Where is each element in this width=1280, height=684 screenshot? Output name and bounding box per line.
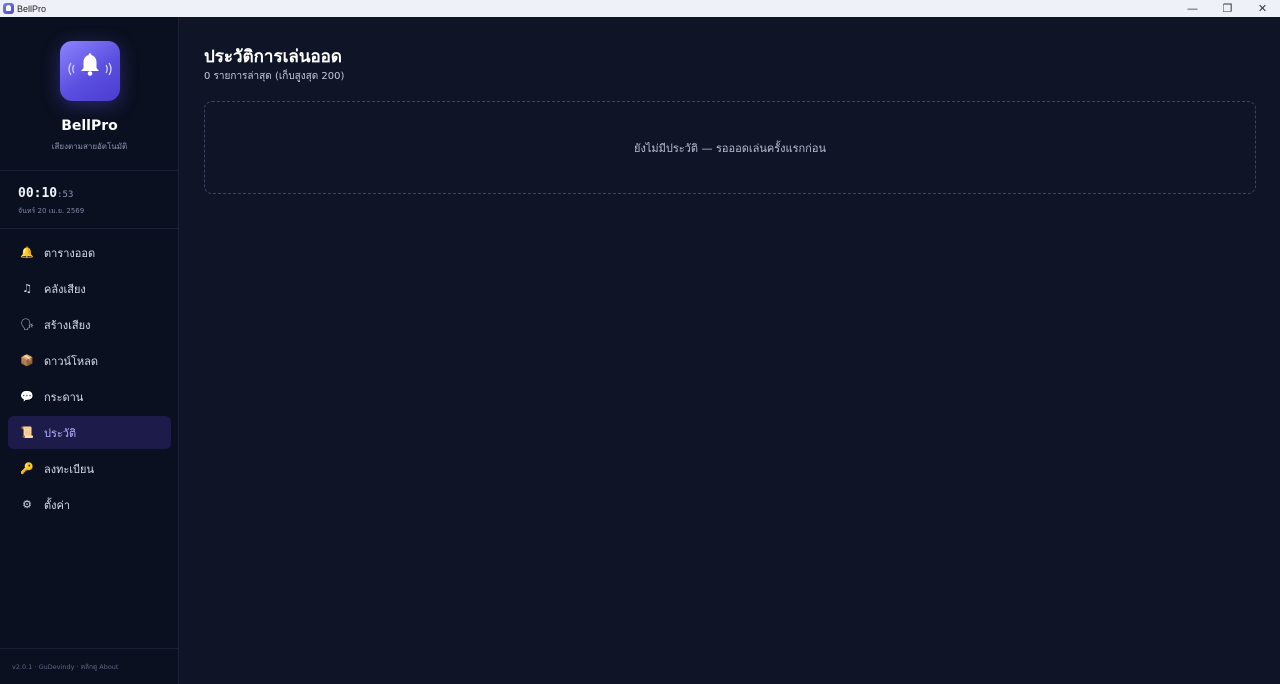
sidebar-item-2[interactable]: ♫ คลังเสียง	[8, 272, 171, 305]
sound-waves-icon	[68, 62, 112, 76]
version-info[interactable]: v2.0.1 · GuDevindy · คลิกดู About	[12, 662, 118, 672]
sidebar-item-4[interactable]: 📦 ดาวน์โหลด	[8, 344, 171, 377]
restore-button[interactable]: ❐	[1210, 0, 1245, 17]
key-icon: 🔑	[20, 462, 34, 475]
sidebar-item-8[interactable]: ⚙ ตั้งค่า	[8, 488, 171, 521]
speaking-head-icon: 🗣	[20, 318, 34, 331]
page-subtitle: 0 รายการล่าสุด (เก็บสูงสุด 200)	[204, 71, 345, 82]
brand-name: BellPro	[61, 118, 118, 134]
gear-icon: ⚙	[22, 498, 32, 511]
clock: 00:10:53	[18, 186, 73, 201]
bell-icon: 🔔	[20, 246, 34, 259]
music-note-icon: ♫	[22, 282, 32, 295]
divider	[0, 228, 179, 229]
main-content: ประวัติการเล่นออด 0 รายการล่าสุด (เก็บสู…	[180, 17, 1280, 684]
window-titlebar: BellPro — ❐ ✕	[0, 0, 1280, 17]
sidebar: BellPro เสียงตามสายอัตโนมัติ 00:10:53 จั…	[0, 17, 179, 684]
empty-state-message: ยังไม่มีประวัติ — รอออดเล่นครั้งแรกก่อน	[634, 141, 826, 155]
sidebar-item-5[interactable]: 💬 กระดาน	[8, 380, 171, 413]
sidebar-item-label: กระดาน	[44, 390, 84, 404]
app-logo	[60, 41, 120, 101]
sidebar-item-label: ตั้งค่า	[44, 498, 71, 512]
sidebar-item-label: ประวัติ	[44, 426, 77, 440]
sidebar-nav: 🔔 ตารางออด ♫ คลังเสียง 🗣 สร้างเสียง 📦 ดาวน์โหลด…	[8, 236, 171, 524]
app-icon	[3, 3, 14, 14]
sidebar-item-label: ลงทะเบียน	[44, 462, 94, 476]
package-icon: 📦	[20, 354, 34, 367]
clock-seconds: :53	[57, 190, 74, 200]
sidebar-item-3[interactable]: 🗣 สร้างเสียง	[8, 308, 171, 341]
speech-bubble-icon: 💬	[20, 390, 34, 403]
close-button[interactable]: ✕	[1245, 0, 1280, 17]
sidebar-item-label: สร้างเสียง	[44, 318, 91, 332]
minimize-button[interactable]: —	[1175, 0, 1210, 17]
brand-tagline: เสียงตามสายอัตโนมัติ	[51, 142, 128, 151]
sidebar-item-1[interactable]: 🔔 ตารางออด	[8, 236, 171, 269]
clock-hours-minutes: 00:10	[18, 186, 58, 201]
current-date: จันทร์ 20 เม.ย. 2569	[18, 207, 85, 215]
sidebar-item-7[interactable]: 🔑 ลงทะเบียน	[8, 452, 171, 485]
scroll-icon: 📜	[20, 426, 34, 439]
history-empty-state: ยังไม่มีประวัติ — รอออดเล่นครั้งแรกก่อน	[204, 101, 1256, 194]
sidebar-item-label: ดาวน์โหลด	[44, 354, 99, 368]
page-title: ประวัติการเล่นออด	[204, 47, 342, 67]
sidebar-item-label: ตารางออด	[44, 246, 96, 260]
sidebar-item-label: คลังเสียง	[44, 282, 86, 296]
window-title: BellPro	[17, 3, 47, 14]
divider	[0, 648, 179, 649]
divider	[0, 170, 179, 171]
sidebar-item-6[interactable]: 📜 ประวัติ	[8, 416, 171, 449]
